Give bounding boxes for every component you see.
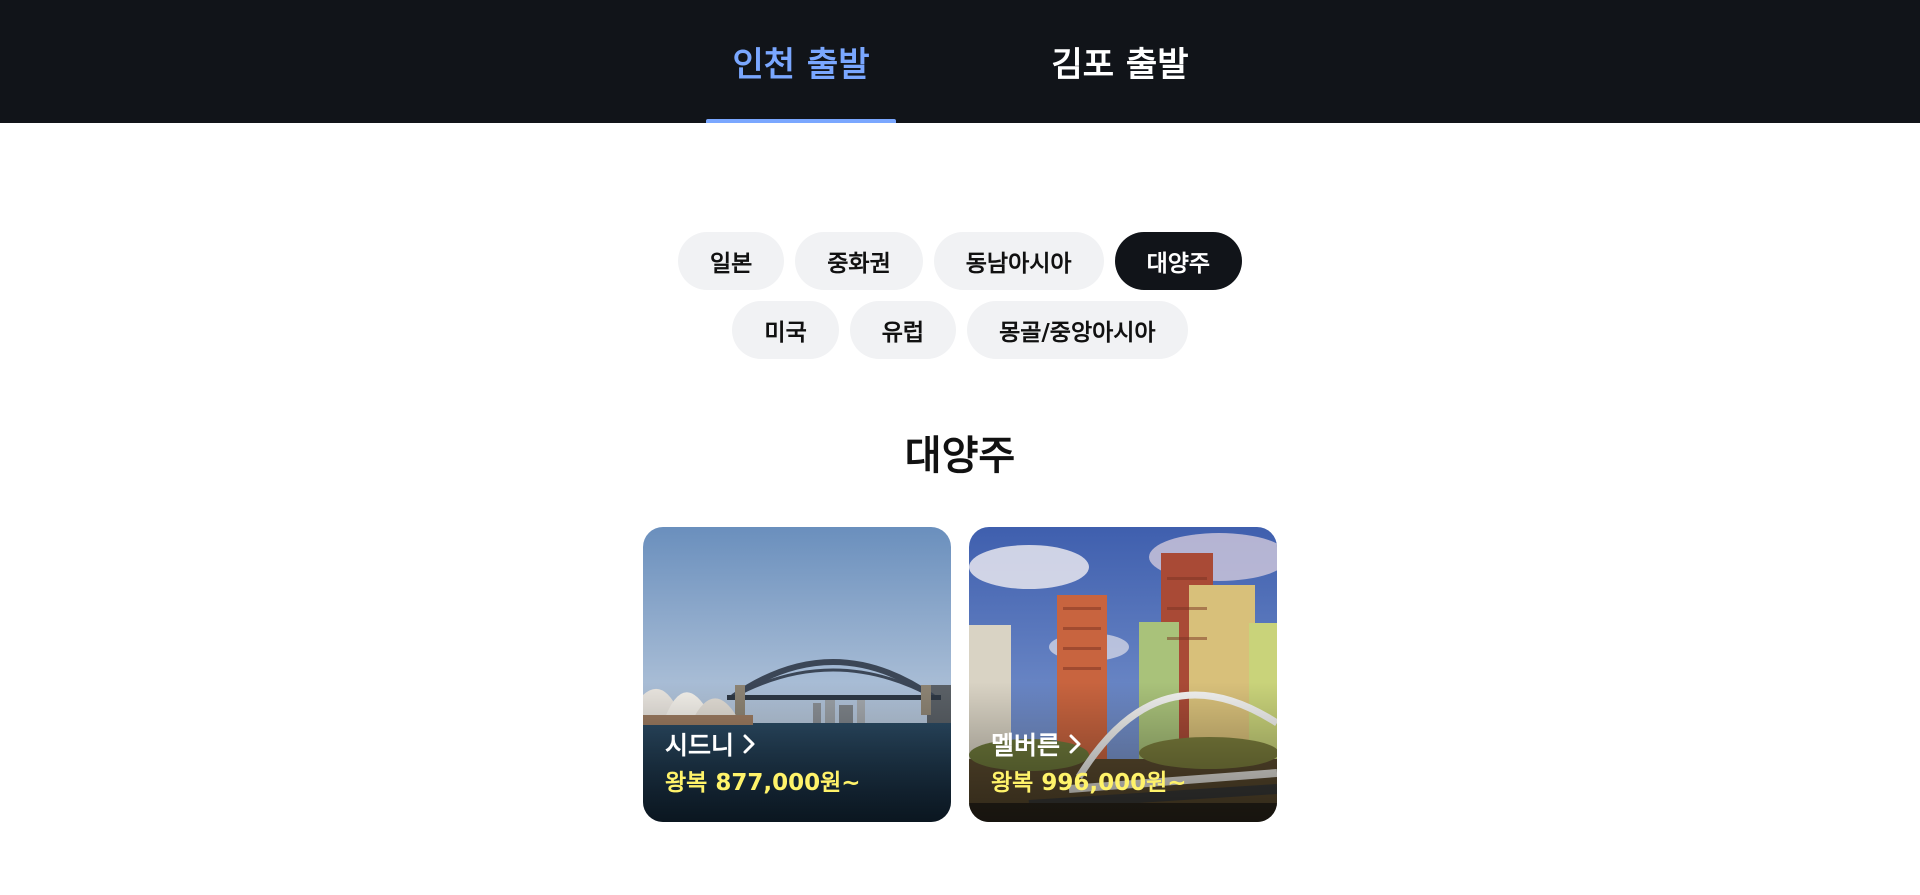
destination-card-sydney[interactable]: 시드니 왕복 877,000원~ <box>643 527 951 822</box>
region-chip-usa[interactable]: 미국 <box>732 301 839 359</box>
section-title: 대양주 <box>904 433 1016 479</box>
destination-city: 시드니 <box>665 726 756 762</box>
region-chip-europe[interactable]: 유럽 <box>849 301 957 359</box>
destination-cards: 시드니 왕복 877,000원~ 멜버른 왕복 996,000원~ <box>643 527 1277 822</box>
chevron-right-icon <box>743 734 755 754</box>
tab-incheon-label: 인천 출발 <box>732 45 870 85</box>
tab-gimpo-label: 김포 출발 <box>1051 45 1189 85</box>
region-chip-mongolia-central-asia[interactable]: 몽골/중앙아시아 <box>967 301 1188 359</box>
region-chip-japan[interactable]: 일본 <box>677 232 785 290</box>
destination-card-melbourne[interactable]: 멜버른 왕복 996,000원~ <box>969 527 1277 822</box>
active-tab-indicator <box>706 119 896 123</box>
destination-price: 왕복 996,000원~ <box>991 770 1187 796</box>
region-chip-greater-china[interactable]: 중화권 <box>795 232 923 290</box>
departure-tab-bar: 인천 출발 김포 출발 <box>0 0 1920 123</box>
region-filter-row-1: 일본 중화권 동남아시아 대양주 <box>0 232 1920 290</box>
tab-incheon-departure[interactable]: 인천 출발 <box>706 0 896 123</box>
chevron-right-icon <box>1069 734 1081 754</box>
region-chip-oceania[interactable]: 대양주 <box>1114 232 1243 290</box>
region-filter-row-2: 미국 유럽 몽골/중앙아시아 <box>0 301 1920 359</box>
region-chip-southeast-asia[interactable]: 동남아시아 <box>933 232 1104 290</box>
destination-city: 멜버른 <box>991 726 1082 762</box>
destination-price: 왕복 877,000원~ <box>665 770 861 796</box>
region-filter: 일본 중화권 동남아시아 대양주 미국 유럽 몽골/중앙아시아 <box>0 232 1920 370</box>
city-name: 멜버른 <box>991 731 1061 760</box>
city-name: 시드니 <box>665 731 735 760</box>
tab-gimpo-departure[interactable]: 김포 출발 <box>1025 0 1215 123</box>
